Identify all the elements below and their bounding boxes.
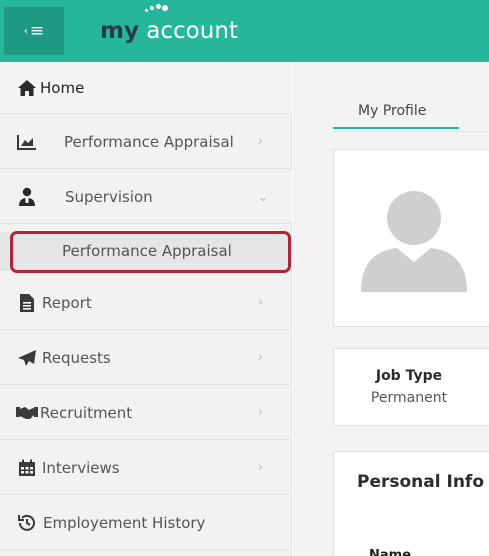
sidebar-item-label: Requests (42, 348, 111, 367)
sidebar-item-label: Home (40, 78, 85, 97)
sidebar-item-label: Interviews (42, 458, 120, 477)
sidebar-item-supervision[interactable]: Supervision ⌄ (0, 170, 292, 224)
chevron-right-icon: › (258, 295, 264, 310)
tab-divider (333, 131, 489, 132)
job-type-value: Permanent (370, 390, 448, 406)
brand-logo[interactable]: my account (100, 17, 238, 45)
sidebar: Home Performance Appraisal › Supervision… (0, 62, 292, 556)
tab-label: My Profile (358, 103, 427, 119)
history-icon (16, 513, 38, 533)
chevron-right-icon: › (258, 134, 264, 149)
sidebar-item-label: Recruitment (40, 403, 133, 422)
brand-my: my (100, 18, 139, 44)
job-type-card: Job Type Permanent (333, 348, 489, 426)
job-type-title: Job Type (375, 368, 443, 384)
sidebar-item-home[interactable]: Home (0, 62, 292, 114)
sidebar-item-label: Performance Appraisal (64, 132, 234, 151)
sidebar-toggle-button[interactable]: ‹ ≡ (4, 7, 64, 55)
brand-account: account (146, 18, 238, 44)
chevron-right-icon: › (258, 350, 264, 365)
sidebar-item-requests[interactable]: Requests › (0, 331, 292, 385)
main-content: My Profile Job Type Permanent Personal I… (293, 62, 489, 556)
profile-card (333, 149, 489, 327)
chart-icon (16, 132, 38, 152)
menu-icon: ≡ (29, 21, 45, 41)
sidebar-item-label: Employement History (43, 513, 206, 532)
chevron-right-icon: › (258, 405, 264, 420)
handshake-icon (16, 403, 38, 423)
avatar-placeholder-icon (359, 180, 469, 292)
logo-dots-icon (131, 2, 171, 14)
sidebar-item-employement-history[interactable]: Employement History (0, 496, 292, 550)
sidebar-item-label: Supervision (65, 187, 153, 206)
tab-my-profile[interactable]: My Profile (333, 99, 459, 129)
personal-info-card: Personal Info Name (333, 451, 489, 556)
file-icon (16, 293, 38, 313)
highlight-box (10, 231, 291, 273)
name-label: Name (369, 548, 412, 556)
chevron-left-icon: ‹ (23, 25, 28, 37)
personal-info-title: Personal Info (357, 472, 484, 492)
chevron-right-icon: › (258, 460, 264, 475)
home-icon (16, 78, 38, 98)
top-bar: ‹ ≡ my account (0, 0, 489, 62)
sidebar-item-interviews[interactable]: Interviews › (0, 441, 292, 495)
chevron-down-icon: ⌄ (258, 189, 269, 204)
supervisor-icon (16, 187, 38, 207)
sidebar-item-performance-appraisal[interactable]: Performance Appraisal › (0, 115, 292, 169)
tab-active-indicator (333, 127, 459, 129)
sidebar-item-report[interactable]: Report › (0, 276, 292, 330)
sidebar-item-label: Report (42, 293, 92, 312)
paper-plane-icon (16, 348, 38, 368)
calendar-icon (16, 458, 38, 478)
sidebar-item-recruitment[interactable]: Recruitment › (0, 386, 292, 440)
